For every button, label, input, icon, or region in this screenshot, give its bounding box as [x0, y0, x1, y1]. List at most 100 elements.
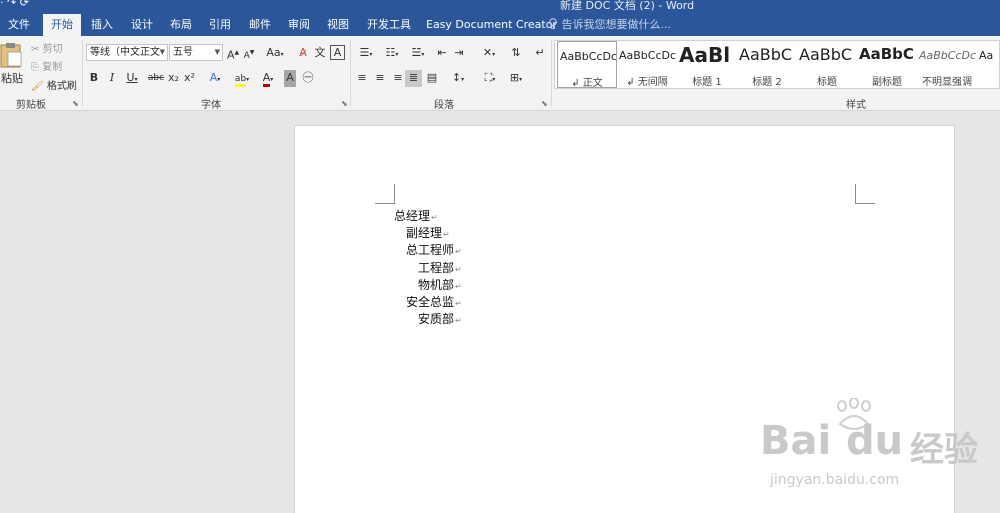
- enclose-characters-icon: ㊀: [302, 71, 314, 84]
- format-painter-button[interactable]: 🖌 格式刷: [31, 77, 77, 92]
- doc-line: 总经理↵: [394, 207, 438, 224]
- character-border-button[interactable]: A: [330, 45, 345, 60]
- style-name: 副标题: [872, 77, 902, 88]
- change-case-button[interactable]: Aa▾: [264, 45, 286, 62]
- enclose-characters-button[interactable]: ㊀: [301, 70, 315, 87]
- justify-button[interactable]: ≣: [405, 70, 422, 87]
- clear-formatting-button[interactable]: A̷: [296, 45, 310, 62]
- style-subtle-emphasis[interactable]: AaBbCcDc 不明显强调: [917, 41, 977, 88]
- doc-line-text: 物机部: [418, 278, 455, 292]
- font-launcher-icon[interactable]: ⬊: [341, 99, 348, 108]
- font-name-dropdown[interactable]: 等线（中文正文 ▼: [86, 44, 168, 61]
- baidu-watermark: Bai du 经验 jingyan.baidu.com: [760, 396, 998, 506]
- paintbrush-icon: 🖌: [31, 81, 44, 92]
- grow-font-button[interactable]: A▲: [227, 45, 239, 62]
- font-name-value: 等线（中文正文: [90, 47, 160, 58]
- group-divider: [350, 40, 351, 106]
- tab-layout[interactable]: 布局: [168, 14, 194, 36]
- phonetic-guide-button[interactable]: 文: [313, 45, 327, 62]
- align-center-icon: ≡: [375, 71, 385, 84]
- underline-button[interactable]: U▾: [123, 70, 141, 87]
- numbering-button[interactable]: ☷▾: [381, 45, 403, 62]
- paragraph-launcher-icon[interactable]: ⬊: [541, 99, 548, 108]
- cut-button[interactable]: ✂ 剪切: [31, 40, 63, 55]
- distributed-button[interactable]: ▤: [425, 70, 439, 87]
- styles-group-label: 样式: [846, 100, 866, 111]
- style-title[interactable]: AaBbC 标题: [797, 41, 857, 88]
- tab-easy-document-creator[interactable]: Easy Document Creator: [424, 14, 559, 36]
- clipboard-launcher-icon[interactable]: ⬊: [72, 99, 79, 108]
- chinese-layout-button[interactable]: ✕▾: [478, 45, 500, 62]
- style-preview: AaBbC: [739, 45, 793, 64]
- font-size-dropdown[interactable]: 五号 ▼: [169, 44, 223, 61]
- tab-insert[interactable]: 插入: [89, 14, 115, 36]
- style-preview: Aa: [979, 49, 994, 62]
- bullets-button[interactable]: ☰▾: [355, 45, 377, 62]
- shading-button[interactable]: ⛶▾: [479, 70, 501, 87]
- style-heading-2[interactable]: AaBbC 标题 2: [737, 41, 797, 88]
- align-left-button[interactable]: ≡: [355, 70, 369, 87]
- tab-design[interactable]: 设计: [129, 14, 155, 36]
- align-center-button[interactable]: ≡: [373, 70, 387, 87]
- tab-mailings[interactable]: 邮件: [247, 14, 273, 36]
- subscript-button[interactable]: x₂: [167, 70, 180, 87]
- document-canvas: 总经理↵ 副经理↵ 总工程师↵ 工程部↵ 物机部↵ 安全总监↵ 安质部↵ Bai…: [0, 111, 1000, 513]
- tab-home[interactable]: 开始: [43, 14, 81, 36]
- sort-button[interactable]: ⇅: [508, 45, 524, 62]
- tab-view[interactable]: 视图: [325, 14, 351, 36]
- tab-references[interactable]: 引用: [207, 14, 233, 36]
- phonetic-guide-icon: 文: [314, 46, 326, 59]
- clipboard-group-label: 剪贴板: [16, 100, 46, 111]
- group-divider: [82, 40, 83, 106]
- tab-developer[interactable]: 开发工具: [365, 14, 413, 36]
- tell-me-box[interactable]: 告诉我您想要做什么...: [548, 14, 671, 36]
- highlight-color-button[interactable]: ab▾: [230, 70, 254, 87]
- superscript-button[interactable]: x²: [183, 70, 196, 87]
- doc-line-text: 安全总监: [406, 295, 455, 309]
- align-right-icon: ≡: [393, 71, 403, 84]
- font-color-button[interactable]: A▾: [257, 70, 279, 87]
- clipboard-icon: [0, 42, 24, 71]
- crop-mark: [855, 184, 875, 204]
- chinese-layout-icon: ✕: [482, 46, 493, 59]
- quick-access-toolbar[interactable]: · ↷ ⟳: [0, 0, 29, 9]
- character-shading-button[interactable]: A: [284, 70, 296, 87]
- tab-review[interactable]: 审阅: [286, 14, 312, 36]
- style-no-spacing[interactable]: AaBbCcDc ↲ 无间隔: [617, 41, 677, 88]
- paste-button[interactable]: 粘贴: [0, 38, 26, 90]
- shrink-font-button[interactable]: A▼: [243, 45, 255, 62]
- character-border-icon: A: [333, 46, 342, 59]
- copy-button[interactable]: ⎘ 复制: [31, 58, 62, 73]
- line-spacing-button[interactable]: ↕▾: [447, 70, 469, 87]
- strikethrough-button[interactable]: abc: [147, 70, 165, 87]
- paragraph-mark: ↵: [455, 316, 462, 325]
- multilevel-list-button[interactable]: ☱▾: [407, 45, 429, 62]
- style-normal[interactable]: AaBbCcDc ↲ 正文: [557, 41, 617, 88]
- show-marks-button[interactable]: ↵: [533, 45, 547, 62]
- doc-line-text: 安质部: [418, 312, 455, 326]
- style-heading-1[interactable]: AaBl 标题 1: [677, 41, 737, 88]
- ribbon-tab-bar: 文件 开始 插入 设计 布局 引用 邮件 审阅 视图 开发工具 Easy Doc…: [0, 14, 1000, 36]
- doc-line: 安质部↵: [418, 310, 462, 327]
- borders-button[interactable]: ⊞▾: [505, 70, 527, 87]
- style-strong[interactable]: Aa 强: [977, 41, 999, 88]
- style-subtitle[interactable]: AaBbC 副标题: [857, 41, 917, 88]
- text-effects-button[interactable]: A▾: [205, 70, 225, 87]
- bold-button[interactable]: B: [88, 70, 100, 87]
- decrease-indent-button[interactable]: ⇤: [435, 45, 449, 62]
- underline-icon: U: [126, 71, 135, 84]
- style-preview: AaBbCcDc: [919, 49, 977, 62]
- align-left-icon: ≡: [357, 71, 367, 84]
- paragraph-mark: ↵: [443, 230, 450, 239]
- decrease-indent-icon: ⇤: [437, 46, 447, 59]
- italic-icon: I: [109, 71, 115, 84]
- change-case-icon: Aa: [266, 46, 281, 59]
- crop-mark: [375, 184, 395, 204]
- font-size-value: 五号: [173, 47, 193, 58]
- bullet-list-icon: ☰: [359, 46, 370, 59]
- align-right-button[interactable]: ≡: [391, 70, 405, 87]
- italic-button[interactable]: I: [106, 70, 118, 87]
- tab-file[interactable]: 文件: [6, 14, 32, 36]
- font-group-label: 字体: [201, 100, 221, 111]
- increase-indent-button[interactable]: ⇥: [452, 45, 466, 62]
